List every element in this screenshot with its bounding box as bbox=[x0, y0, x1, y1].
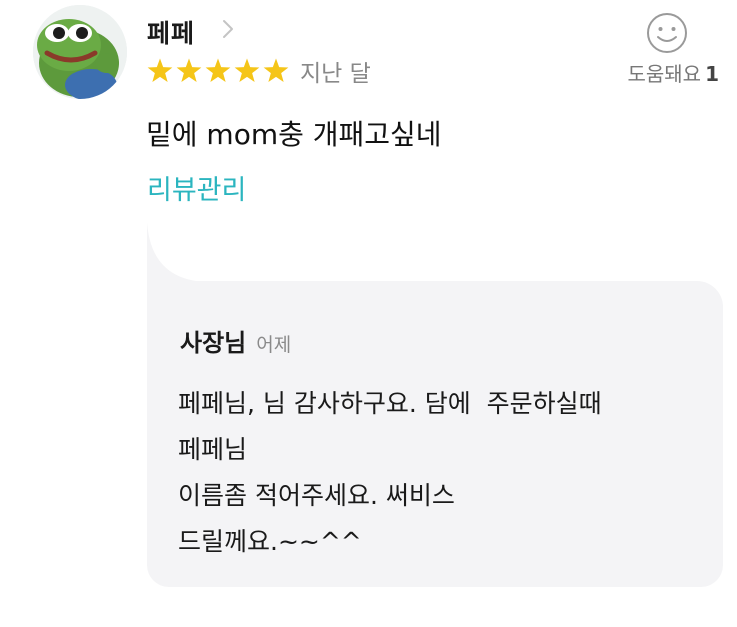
rating-row: 지난 달 bbox=[146, 55, 371, 87]
smiley-icon bbox=[647, 13, 687, 53]
reviewer-avatar[interactable] bbox=[33, 5, 127, 99]
reply-line: 페페님 bbox=[178, 435, 248, 464]
reply-text: 페페님, 님 감사하구요. 담에 주문하실때 페페님 이름좀 적어주세요. 써비… bbox=[178, 381, 602, 565]
review-manage-link[interactable]: 리뷰관리 bbox=[147, 168, 246, 207]
reply-line: 이름좀 적어주세요. 써비스 bbox=[178, 481, 455, 510]
star-icon bbox=[263, 58, 289, 83]
review-text: 밑에 mom충 개패고싶네 bbox=[146, 118, 442, 151]
owner-header: 사장님 어제 bbox=[180, 323, 291, 358]
owner-name: 사장님 bbox=[180, 329, 247, 357]
reviewer-name[interactable]: 페페 bbox=[147, 14, 195, 50]
helpful-label-row: 도움돼요 1 bbox=[627, 58, 719, 87]
review-date: 지난 달 bbox=[300, 61, 371, 87]
helpful-label: 도움돼요 bbox=[627, 62, 702, 86]
pepe-frog-avatar-icon bbox=[33, 5, 127, 99]
owner-reply: 사장님 어제 페페님, 님 감사하구요. 담에 주문하실때 페페님 이름좀 적어… bbox=[147, 281, 723, 587]
star-icon bbox=[176, 58, 202, 83]
star-rating bbox=[146, 57, 290, 85]
reply-date: 어제 bbox=[256, 334, 292, 356]
helpful-count: 1 bbox=[705, 62, 719, 86]
reply-line: 드릴께요.~~^^ bbox=[178, 527, 362, 556]
reply-line: 페페님, 님 감사하구요. 담에 주문하실때 bbox=[178, 389, 602, 418]
helpful-button[interactable]: 도움돼요 1 bbox=[607, 8, 719, 88]
star-icon bbox=[205, 58, 231, 83]
star-icon bbox=[234, 58, 260, 83]
chevron-right-icon[interactable] bbox=[218, 17, 238, 41]
star-icon bbox=[147, 58, 173, 83]
